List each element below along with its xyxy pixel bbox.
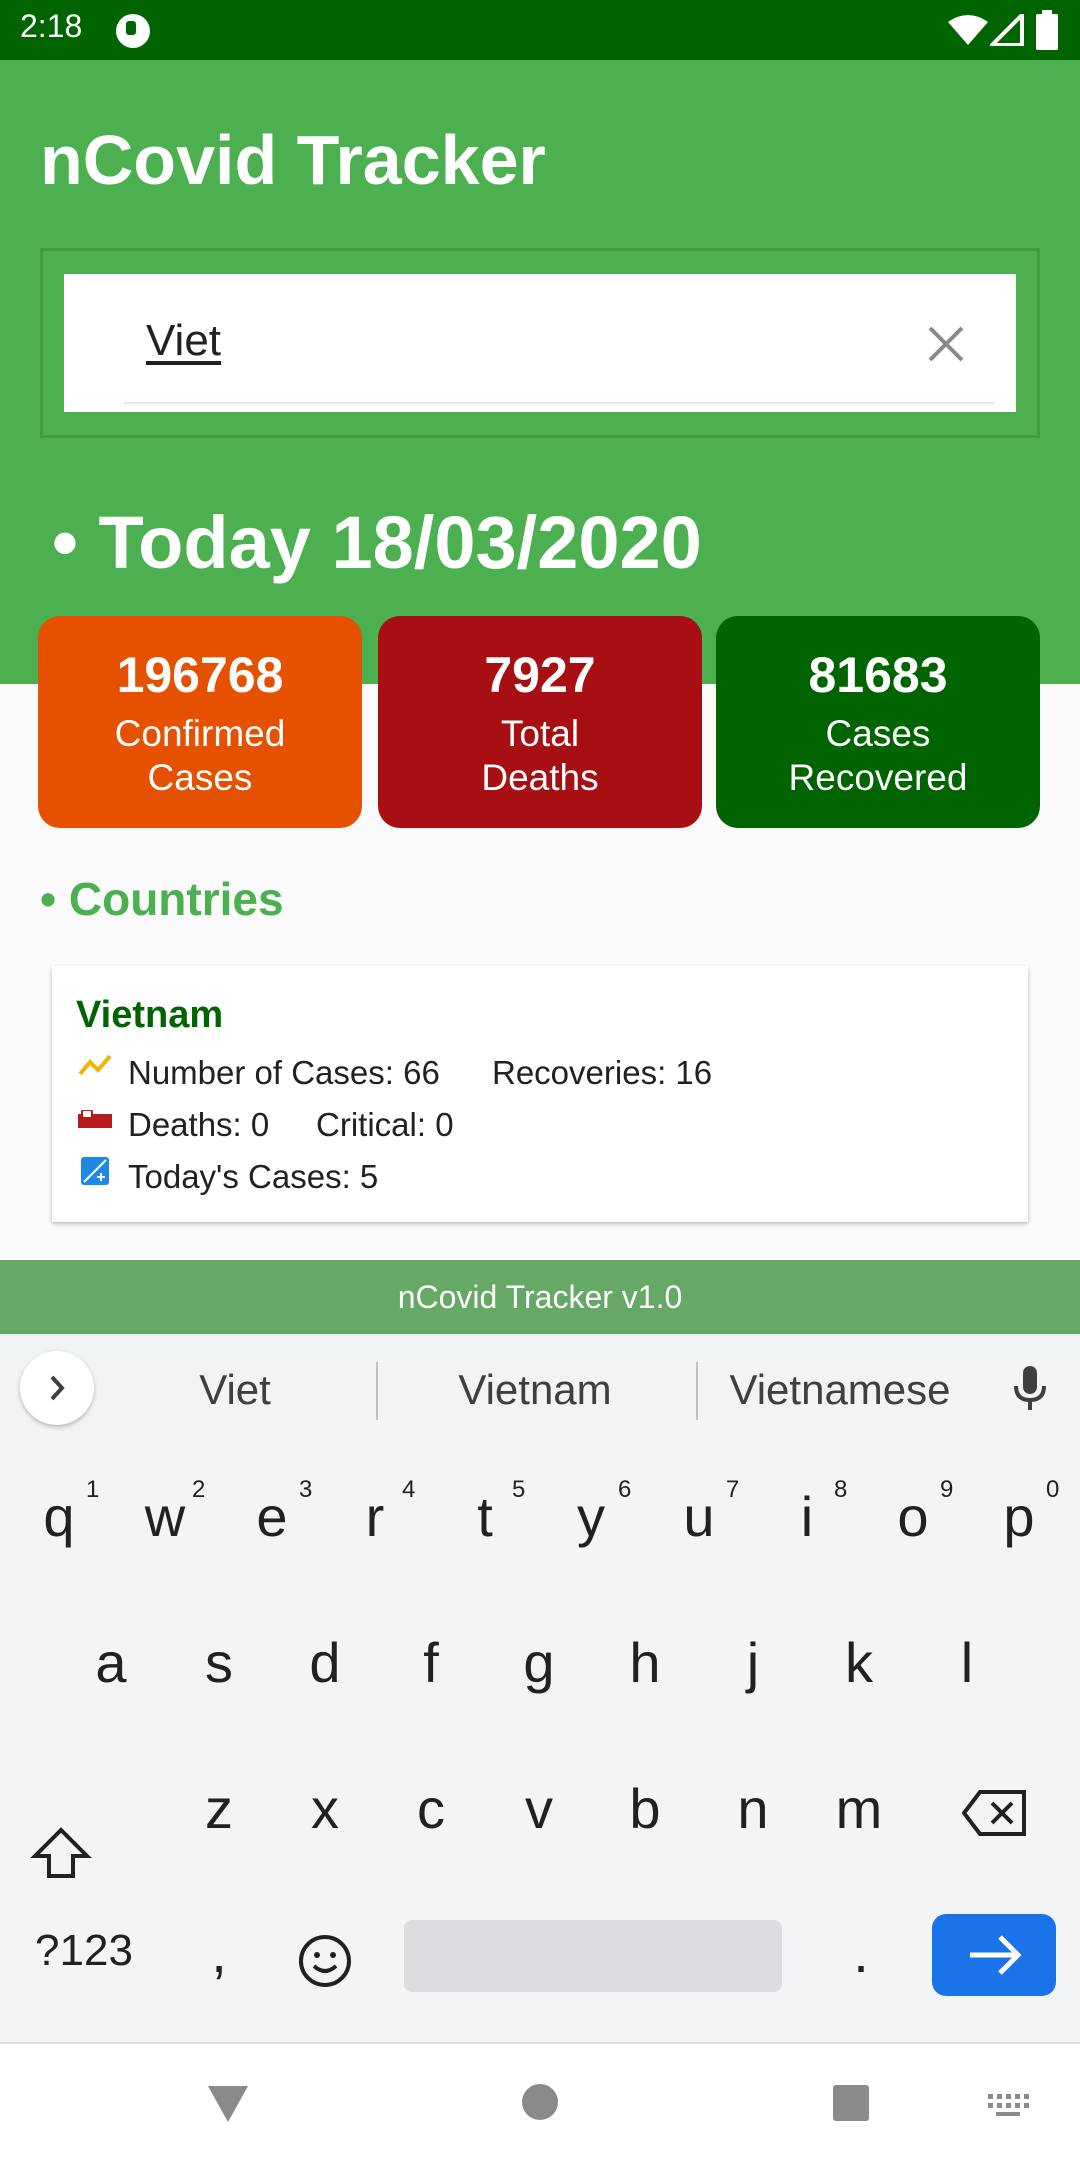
key-hint: 4 xyxy=(402,1476,416,1503)
key-hint: 8 xyxy=(834,1476,848,1503)
key-l[interactable]: l xyxy=(922,1630,1012,1695)
keyboard-switch-icon[interactable] xyxy=(986,2092,1030,2118)
symbols-key[interactable]: ?123 xyxy=(24,1926,144,1976)
country-name: Vietnam xyxy=(76,994,224,1036)
key-hint: 9 xyxy=(940,1476,954,1503)
clear-search-icon[interactable] xyxy=(922,320,970,368)
emoji-key[interactable] xyxy=(296,1932,354,1995)
key-hint: 7 xyxy=(726,1476,740,1503)
backspace-icon xyxy=(961,1790,1026,1836)
countries-heading: • Countries xyxy=(40,873,284,925)
suggestion-divider xyxy=(696,1362,698,1420)
status-bar: 2:18 xyxy=(0,0,1080,60)
key-a[interactable]: a xyxy=(66,1630,156,1695)
period-key[interactable]: . xyxy=(816,1920,906,1985)
key-c[interactable]: c xyxy=(386,1776,476,1841)
key-hint: 2 xyxy=(192,1476,206,1503)
suggestion-1[interactable]: Viet xyxy=(140,1366,330,1414)
key-hint: 3 xyxy=(299,1476,313,1503)
navigation-bar xyxy=(0,2042,1080,2160)
key-h[interactable]: h xyxy=(600,1630,690,1695)
microphone-icon[interactable] xyxy=(1012,1364,1048,1414)
deaths-label: Total Deaths xyxy=(481,713,599,798)
total-deaths-card: 7927 Total Deaths xyxy=(378,616,702,828)
space-key[interactable] xyxy=(404,1920,782,1992)
key-hint: 5 xyxy=(512,1476,526,1503)
search-query-text[interactable]: Viet xyxy=(146,316,221,366)
key-d[interactable]: d xyxy=(280,1630,370,1695)
recent-apps-icon[interactable] xyxy=(832,2084,870,2122)
chevron-right-icon xyxy=(50,1375,65,1401)
key-f[interactable]: f xyxy=(386,1630,476,1695)
deaths-count: 7927 xyxy=(484,647,596,703)
cases-recovered-card: 81683 Cases Recovered xyxy=(716,616,1040,828)
shift-icon xyxy=(30,1827,92,1878)
key-hint: 6 xyxy=(618,1476,632,1503)
key-b[interactable]: b xyxy=(600,1776,690,1841)
key-k[interactable]: k xyxy=(814,1630,904,1695)
cases-value: 66 xyxy=(403,1054,440,1091)
shift-key[interactable] xyxy=(16,1826,106,1895)
key-n[interactable]: n xyxy=(708,1776,798,1841)
recoveries-value: 16 xyxy=(675,1054,713,1091)
deaths-row: Deaths: 0 xyxy=(128,1106,269,1144)
comma-key[interactable]: , xyxy=(174,1920,264,1985)
suggestion-2[interactable]: Vietnam xyxy=(410,1366,660,1414)
today-cases-label: Today's Cases: xyxy=(128,1158,351,1195)
app-notification-icon xyxy=(116,14,150,48)
confirmed-count: 196768 xyxy=(116,647,284,703)
search-underline xyxy=(124,402,994,404)
emoji-icon xyxy=(299,1935,351,1987)
suggestion-divider xyxy=(376,1362,378,1420)
backspace-key[interactable] xyxy=(961,1788,1028,1843)
enter-key[interactable] xyxy=(932,1914,1056,1996)
today-cases-value: 5 xyxy=(359,1158,379,1195)
cases-label: Number of Cases: xyxy=(128,1054,394,1091)
home-icon[interactable] xyxy=(520,2082,560,2122)
recoveries-label: Recoveries: xyxy=(492,1054,667,1091)
wifi-icon xyxy=(948,15,988,45)
deaths-label-text: Deaths: xyxy=(128,1106,242,1143)
bed-icon xyxy=(78,1110,112,1128)
key-x[interactable]: x xyxy=(280,1776,370,1841)
new-cases-icon xyxy=(81,1157,109,1185)
suggestion-3[interactable]: Vietnamese xyxy=(710,1366,970,1414)
key-z[interactable]: z xyxy=(174,1776,264,1841)
app-footer: nCovid Tracker v1.0 xyxy=(0,1260,1080,1334)
recoveries-row: Recoveries: 16 xyxy=(492,1054,712,1092)
app-title: nCovid Tracker xyxy=(40,121,546,199)
cases-row: Number of Cases: 66 xyxy=(128,1054,440,1092)
key-v[interactable]: v xyxy=(494,1776,584,1841)
arrow-right-icon xyxy=(970,1935,1022,1975)
signal-icon xyxy=(990,14,1024,46)
status-time: 2:18 xyxy=(20,8,83,44)
expand-suggestions-button[interactable] xyxy=(20,1351,94,1425)
critical-value: 0 xyxy=(435,1106,454,1143)
key-j[interactable]: j xyxy=(708,1630,798,1695)
battery-icon xyxy=(1036,10,1058,50)
key-s[interactable]: s xyxy=(174,1630,264,1695)
recovered-label: Cases Recovered xyxy=(788,713,968,798)
critical-row: Critical: 0 xyxy=(316,1106,454,1144)
recovered-count: 81683 xyxy=(808,647,948,703)
today-cases-row: Today's Cases: 5 xyxy=(128,1158,378,1196)
today-heading: • Today 18/03/2020 xyxy=(52,501,702,584)
trending-up-icon xyxy=(78,1054,112,1076)
key-m[interactable]: m xyxy=(814,1776,904,1841)
confirmed-cases-card: 196768 Confirmed Cases xyxy=(38,616,362,828)
confirmed-label: Confirmed Cases xyxy=(114,713,286,798)
key-hint: 1 xyxy=(86,1476,100,1503)
critical-label: Critical: xyxy=(316,1106,427,1143)
key-g[interactable]: g xyxy=(494,1630,584,1695)
back-icon[interactable] xyxy=(206,2084,250,2124)
key-hint: 0 xyxy=(1046,1476,1060,1503)
deaths-value: 0 xyxy=(250,1106,270,1143)
